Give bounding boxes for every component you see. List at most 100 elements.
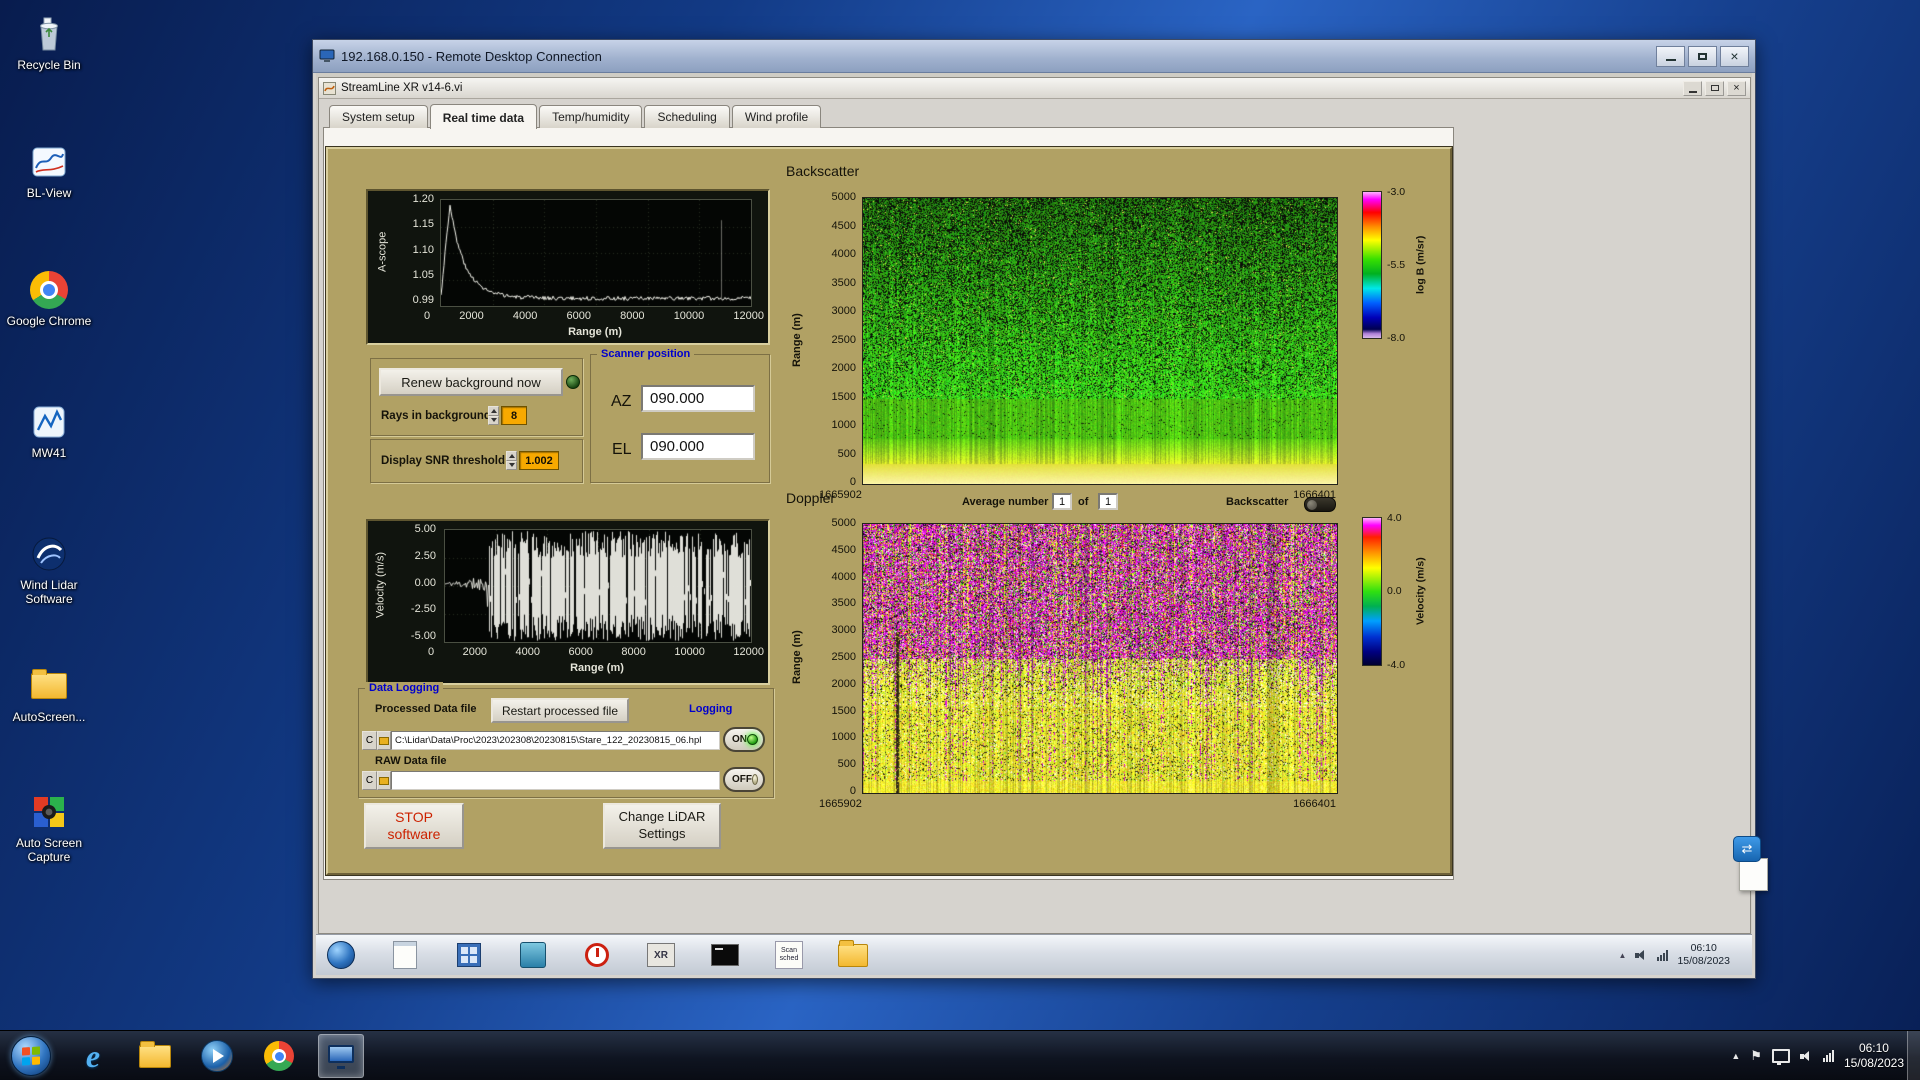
remote-tray-chevron-icon[interactable]: ▲	[1619, 951, 1627, 960]
display-snr-threshold-label: Display SNR threshold	[381, 455, 505, 467]
renew-background-button[interactable]: Renew background now	[379, 368, 563, 396]
drive-letter-box[interactable]: C	[362, 731, 377, 750]
snr-value-field[interactable]: 1.002	[519, 451, 559, 470]
rays-value-field[interactable]: 8	[501, 406, 527, 425]
taskbar-wmp-button[interactable]	[194, 1034, 240, 1078]
tab-scheduling[interactable]: Scheduling	[644, 105, 730, 128]
doppler-time-end: 1666401	[1293, 798, 1336, 810]
tray-network-icon[interactable]	[1822, 1050, 1834, 1062]
desktop-icon-label: Recycle Bin	[17, 58, 81, 72]
connection-widget-icon[interactable]: ⇄	[1733, 836, 1761, 862]
remote-console-icon[interactable]	[710, 940, 740, 970]
processed-path-control[interactable]: C C:\Lidar\Data\Proc\2023\202308\2023081…	[362, 731, 720, 750]
tab-real-time-data[interactable]: Real time data	[429, 104, 538, 129]
remote-volume-icon[interactable]	[1635, 949, 1648, 961]
tick-label: 2000	[831, 677, 856, 690]
remote-power-icon[interactable]	[582, 940, 612, 970]
tick-label: 2000	[831, 362, 856, 374]
rays-spinner[interactable]	[488, 406, 499, 425]
rdp-titlebar[interactable]: 192.168.0.150 - Remote Desktop Connectio…	[313, 40, 1755, 73]
app-window: StreamLine XR v14-6.vi × System setup Re…	[318, 77, 1751, 934]
remote-tray-clock[interactable]: 06:10 15/08/2023	[1677, 942, 1730, 968]
desktop-icon-bl-view[interactable]: BL-View	[2, 140, 96, 201]
tick-label: 0	[849, 784, 856, 797]
remote-network-icon[interactable]	[1657, 949, 1669, 961]
browse-folder-icon[interactable]	[377, 731, 391, 750]
average-total-field[interactable]: 1	[1098, 493, 1118, 510]
raw-data-file-label: RAW Data file	[375, 755, 447, 767]
remote-grid-app-icon[interactable]	[454, 940, 484, 970]
remote-xr-app-icon[interactable]: XR	[646, 940, 676, 970]
average-number-field[interactable]: 1	[1052, 493, 1072, 510]
tick-label: 3000	[831, 624, 856, 637]
desktop-icon-google-chrome[interactable]: Google Chrome	[2, 268, 96, 329]
tick-label: -4.0	[1387, 658, 1406, 671]
doppler-y-axis-label: Range (m)	[791, 630, 803, 685]
host-clock-date: 15/08/2023	[1843, 1056, 1904, 1070]
tick-label: 6000	[566, 310, 591, 322]
desktop-icon-autoscreen-folder[interactable]: AutoScreen...	[2, 664, 96, 725]
taskbar-explorer-button[interactable]	[132, 1034, 178, 1078]
close-button[interactable]: ×	[1720, 45, 1749, 67]
snr-spinner[interactable]	[506, 451, 517, 470]
notification-page-icon[interactable]	[1739, 858, 1768, 891]
doppler-x-labels: 1665902 1666401	[819, 799, 1336, 810]
logging-off-led	[752, 774, 758, 785]
remote-teal-app-icon[interactable]	[518, 940, 548, 970]
processed-path-field[interactable]: C:\Lidar\Data\Proc\2023\202308\20230815\…	[391, 731, 720, 750]
remote-scan-sched-icon[interactable]: Scan sched	[774, 940, 804, 970]
tick-label: 1000	[831, 419, 856, 431]
show-desktop-button[interactable]	[1907, 1031, 1920, 1080]
tick-label: 2500	[831, 650, 856, 663]
tab-wind-profile[interactable]: Wind profile	[731, 105, 822, 128]
maximize-button[interactable]	[1688, 45, 1717, 67]
windows-orb-icon	[11, 1036, 51, 1076]
backscatter-toggle-switch[interactable]	[1304, 497, 1336, 512]
data-logging-title: Data Logging	[365, 682, 444, 694]
velocity-y-ticks: 5.00 2.50 0.00 -2.50 -5.00	[392, 524, 436, 642]
desktop-background: Recycle Bin BL-View Google Chrome MW41 W…	[0, 0, 1920, 1080]
tick-label: 500	[837, 758, 856, 771]
tray-chevron-icon[interactable]: ▲	[1731, 1051, 1740, 1061]
desktop-icon-mw41[interactable]: MW41	[2, 400, 96, 461]
minimize-button[interactable]	[1656, 45, 1685, 67]
rdp-window: 192.168.0.150 - Remote Desktop Connectio…	[312, 39, 1756, 979]
desktop-icon-recycle-bin[interactable]: Recycle Bin	[2, 12, 96, 73]
restart-processed-file-button[interactable]: Restart processed file	[491, 698, 629, 723]
velocity-canvas	[444, 529, 752, 643]
raw-path-field[interactable]	[391, 771, 720, 790]
tab-temp-humidity[interactable]: Temp/humidity	[539, 105, 643, 128]
drive-letter-box[interactable]: C	[362, 771, 377, 790]
start-button[interactable]	[8, 1034, 54, 1078]
stop-software-button[interactable]: STOP software	[364, 803, 464, 849]
tray-display-icon[interactable]	[1771, 1049, 1790, 1065]
logging-on-button[interactable]: ON	[723, 727, 765, 752]
app-close-button[interactable]: ×	[1727, 80, 1746, 96]
remote-notepad-icon[interactable]	[390, 940, 420, 970]
tray-flag-icon[interactable]: ⚑	[1750, 1048, 1762, 1064]
tray-volume-icon[interactable]	[1799, 1050, 1813, 1062]
tick-label: -2.50	[410, 603, 436, 616]
taskbar-rdp-button[interactable]	[318, 1034, 364, 1078]
remote-folder-icon[interactable]	[838, 939, 868, 970]
az-value-field[interactable]: 090.000	[641, 385, 755, 412]
desktop-icon-auto-screen-capture[interactable]: Auto Screen Capture	[2, 790, 96, 865]
tab-system-setup[interactable]: System setup	[329, 105, 428, 128]
el-value-field[interactable]: 090.000	[641, 433, 755, 460]
app-titlebar[interactable]: StreamLine XR v14-6.vi ×	[319, 78, 1750, 99]
browse-folder-icon[interactable]	[377, 771, 391, 790]
change-lidar-settings-button[interactable]: Change LiDAR Settings	[603, 803, 721, 849]
remote-start-orb[interactable]	[326, 940, 356, 970]
logging-off-button[interactable]: OFF	[723, 767, 765, 792]
app-minimize-button[interactable]	[1683, 80, 1702, 96]
taskbar-chrome-button[interactable]	[256, 1034, 302, 1078]
raw-path-control[interactable]: C	[362, 771, 720, 790]
app-restore-button[interactable]	[1705, 80, 1724, 96]
scan-glyph-line1: Scan	[781, 946, 797, 954]
tray-clock[interactable]: 06:10 15/08/2023	[1844, 1041, 1904, 1071]
tick-label: 4000	[512, 310, 538, 322]
scan-glyph-line2: sched	[779, 955, 799, 962]
tick-label: 0	[424, 310, 431, 322]
taskbar-ie-button[interactable]: e	[70, 1034, 116, 1078]
desktop-icon-wind-lidar[interactable]: Wind Lidar Software	[2, 532, 96, 607]
